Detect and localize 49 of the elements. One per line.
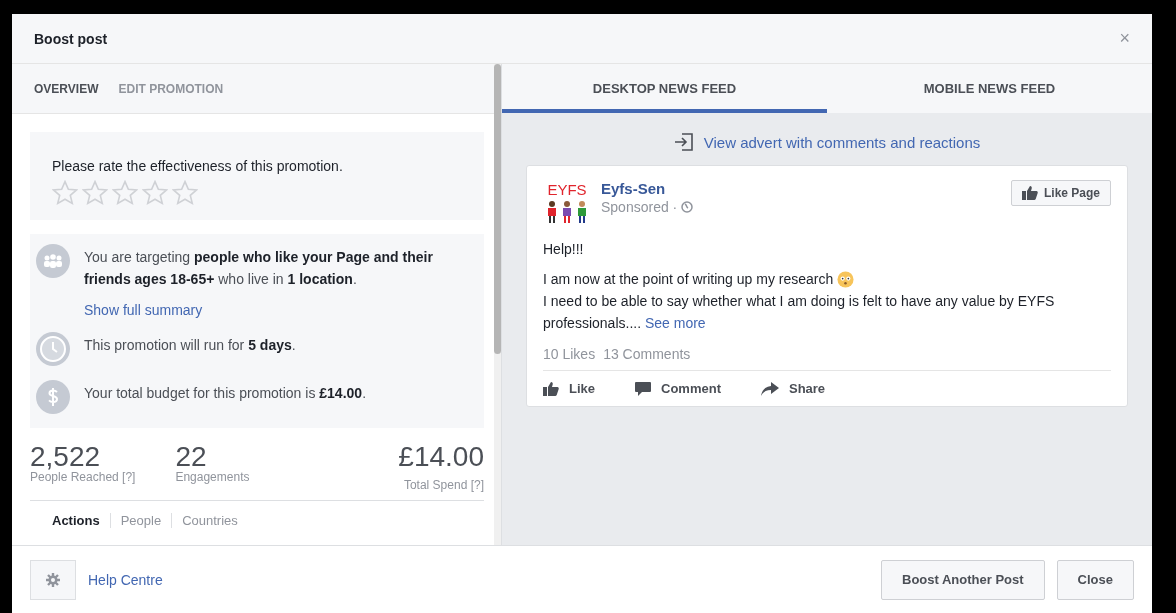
post-text: I am now at the point of writing up my research <box>543 270 834 289</box>
settings-icon <box>45 571 61 588</box>
star-icon[interactable] <box>172 180 198 206</box>
view-advert-link[interactable]: View advert with comments and reactions <box>703 133 981 151</box>
see-more-link[interactable]: See more <box>644 315 706 331</box>
thumbs-up-icon <box>543 381 559 396</box>
post-text: I need to be able to say whether what I am doing is felt to have any value by EYFS professionals.... See more <box>543 293 1055 331</box>
settings-button[interactable] <box>30 559 76 600</box>
stat-label: Engagements <box>175 470 250 484</box>
rating-prompt: Please rate the effectiveness of this promotion. <box>52 157 344 176</box>
page-logo: EYFS <box>543 180 591 226</box>
enter-icon <box>673 133 694 151</box>
share-arrow-icon <box>760 381 779 396</box>
summary-text: Your total budget for this promotion is £14.00. <box>84 384 366 403</box>
stat-label: People Reached [?] <box>30 470 136 484</box>
sponsored-label: Sponsored · <box>601 199 678 215</box>
tab[interactable]: OVERVIEW <box>34 81 99 96</box>
help-centre-link[interactable]: Help Centre <box>88 571 163 588</box>
stat-value: 2,522 <box>30 444 102 470</box>
star-icon[interactable] <box>112 180 138 206</box>
preview-tab[interactable]: MOBILE NEWS FEED <box>827 64 1152 113</box>
scrollbar[interactable] <box>494 64 501 545</box>
summary-text: This promotion will run for 5 days. <box>84 336 296 355</box>
globe-icon <box>681 201 694 213</box>
post-action-button[interactable]: Comment <box>635 381 721 396</box>
star-icon[interactable] <box>52 180 78 206</box>
show-summary-link[interactable]: Show full summary <box>84 302 472 318</box>
footer-button[interactable]: Close <box>1056 559 1134 600</box>
dialog-title: Boost post <box>34 30 108 47</box>
footer-button[interactable]: Boost Another Post <box>881 559 1045 600</box>
post-heading: Help!!! <box>543 241 584 257</box>
star-icon[interactable] <box>82 180 108 206</box>
preview-tab[interactable]: DESKTOP NEWS FEED <box>502 64 827 113</box>
stat-value: £14.00 <box>398 444 484 470</box>
post-action-button[interactable]: Share <box>760 381 826 396</box>
stat-value: 22 <box>175 444 208 470</box>
star-icon[interactable] <box>142 180 168 206</box>
speech-bubble-icon <box>635 381 651 396</box>
like-page-button[interactable]: Like Page <box>1010 180 1111 206</box>
stats-tab[interactable]: Actions <box>42 513 110 528</box>
page-name-link[interactable]: Eyfs-Sen <box>601 180 694 197</box>
summary-text: You are targeting people who like your Page and their friends ages 18-65+ who live in 1 location. <box>84 248 434 289</box>
people-icon <box>36 244 70 278</box>
stat-label: Total Spend [?] <box>403 478 484 492</box>
post-action-button[interactable]: Like <box>543 381 595 396</box>
dollar-icon <box>36 380 70 414</box>
thumbs-up-icon <box>1021 186 1038 200</box>
flushed-face-icon <box>837 270 855 288</box>
clock-icon <box>36 332 70 366</box>
